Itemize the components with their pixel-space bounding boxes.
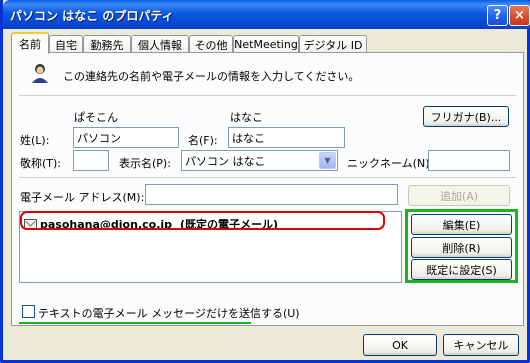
- separator: [19, 177, 516, 178]
- add-email-button[interactable]: 追加(A): [408, 185, 510, 206]
- highlight-underline-green: [19, 322, 251, 324]
- display-name-label: 表示名(P):: [119, 157, 171, 170]
- window-title: パソコン はなこ のプロパティ: [10, 9, 174, 23]
- help-button[interactable]: ?: [487, 5, 508, 26]
- delete-button[interactable]: 削除(R): [411, 237, 512, 258]
- first-name-label: 名(F):: [188, 134, 218, 147]
- nickname-field[interactable]: [428, 150, 510, 171]
- email-label: 電子メール アドレス(M):: [20, 191, 145, 204]
- email-input[interactable]: [145, 184, 398, 205]
- first-name-reading: はなこ: [230, 111, 263, 124]
- nickname-label: ニックネーム(N):: [347, 157, 434, 170]
- text-only-label: テキストの電子メール メッセージだけを送信する(U): [38, 307, 300, 320]
- last-name-reading: ぱそこん: [74, 111, 118, 124]
- chevron-down-icon[interactable]: ▼: [319, 152, 336, 169]
- highlight-outline-red: [20, 211, 385, 230]
- contact-person-icon: [32, 64, 48, 83]
- tab-home[interactable]: 自宅: [49, 35, 83, 53]
- tab-label: 個人情報: [138, 38, 182, 52]
- tab-label: 名前: [19, 38, 41, 51]
- tab-personal[interactable]: 個人情報: [131, 35, 189, 53]
- help-icon: ?: [493, 8, 502, 23]
- last-name-field[interactable]: パソコン: [73, 127, 179, 148]
- furigana-button[interactable]: フリガナ(B)...: [423, 106, 509, 127]
- last-name-label: 姓(L):: [20, 134, 50, 147]
- intro-text: この連絡先の名前や電子メールの情報を入力してください。: [63, 70, 360, 83]
- cancel-button[interactable]: キャンセル: [443, 334, 519, 356]
- tab-label: その他: [194, 38, 228, 52]
- tab-business[interactable]: 勤務先: [83, 35, 131, 53]
- tab-digital-id[interactable]: デジタル ID: [299, 35, 367, 53]
- tab-label: 勤務先: [90, 38, 124, 52]
- text-only-checkbox[interactable]: [22, 305, 35, 318]
- tab-label: NetMeeting: [234, 38, 298, 51]
- tab-label: デジタル ID: [303, 38, 363, 52]
- close-icon: ×: [514, 8, 525, 23]
- set-default-button[interactable]: 既定に設定(S): [411, 259, 512, 280]
- title-field[interactable]: [73, 150, 109, 171]
- display-name-select[interactable]: パソコン はなこ ▼: [181, 150, 338, 171]
- tab-netmeeting[interactable]: NetMeeting: [233, 35, 299, 53]
- tab-name[interactable]: 名前: [11, 32, 49, 54]
- display-name-value: パソコン はなこ: [185, 155, 266, 168]
- separator: [19, 95, 516, 96]
- ok-button[interactable]: OK: [363, 334, 437, 356]
- edit-button[interactable]: 編集(E): [411, 214, 512, 235]
- properties-dialog: パソコン はなこ のプロパティ ? × 名前 自宅 勤務先 個人情報 その他 N…: [0, 0, 530, 363]
- tab-label: 自宅: [55, 38, 77, 52]
- title-bar[interactable]: パソコン はなこ のプロパティ ? ×: [3, 0, 530, 29]
- title-label: 敬称(T):: [20, 157, 62, 170]
- tab-other[interactable]: その他: [189, 35, 233, 53]
- first-name-field[interactable]: はなこ: [228, 127, 345, 148]
- close-button[interactable]: ×: [509, 5, 530, 26]
